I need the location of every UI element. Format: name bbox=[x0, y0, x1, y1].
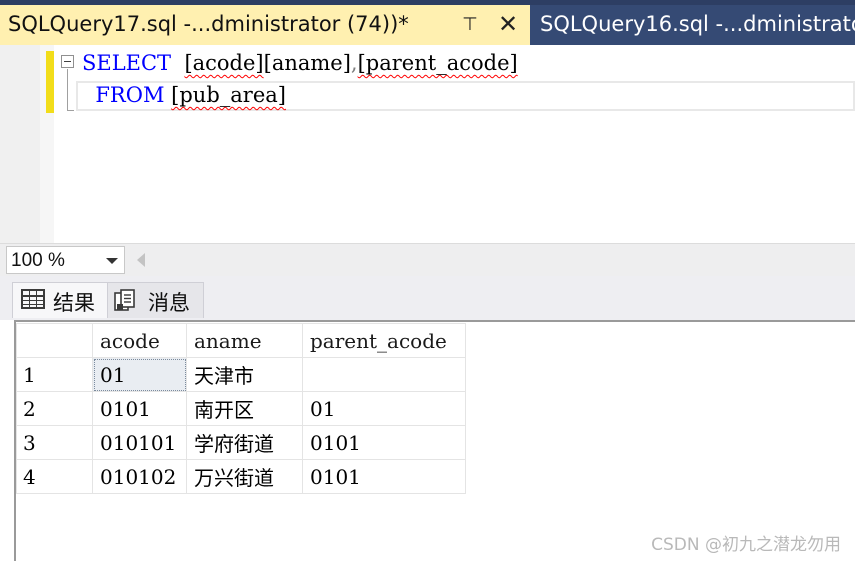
tab-results[interactable]: 结果 bbox=[12, 282, 108, 318]
chevron-down-icon[interactable] bbox=[106, 258, 118, 264]
tab-title: SQLQuery16.sql -...dministrator bbox=[540, 12, 855, 36]
cell-acode[interactable]: 01 bbox=[92, 357, 187, 392]
column-header-parent-acode[interactable]: parent_acode bbox=[302, 323, 466, 358]
grid-icon bbox=[21, 289, 45, 309]
column-aname: [aname] bbox=[263, 51, 351, 75]
cell-parent-acode[interactable]: 0101 bbox=[302, 459, 466, 494]
ssms-window: SQLQuery17.sql -...dministrator (74))* ⊤… bbox=[0, 0, 855, 561]
row-number[interactable]: 2 bbox=[16, 391, 93, 426]
table-row[interactable]: 4 010102 万兴街道 0101 bbox=[16, 459, 466, 494]
cell-aname[interactable]: 万兴街道 bbox=[186, 459, 303, 494]
keyword-select: SELECT bbox=[82, 51, 172, 75]
cell-acode[interactable]: 010101 bbox=[92, 425, 187, 460]
query-editor[interactable]: SELECT [acode][aname],[parent_acode] FRO… bbox=[0, 45, 855, 243]
fold-guide-end bbox=[67, 110, 74, 111]
zoom-select[interactable]: 100 % bbox=[6, 246, 125, 274]
line-gutter bbox=[0, 45, 40, 243]
keyword-from: FROM bbox=[95, 83, 165, 107]
tab-sqlquery17[interactable]: SQLQuery17.sql -...dministrator (74))* ⊤… bbox=[0, 5, 530, 45]
tab-messages-label: 消息 bbox=[148, 291, 190, 315]
results-grid[interactable]: acode aname parent_acode 1 01 天津市 2 0101… bbox=[0, 320, 855, 561]
row-number-header[interactable] bbox=[16, 323, 93, 358]
cell-aname[interactable]: 天津市 bbox=[186, 357, 303, 392]
table-row[interactable]: 3 010101 学府街道 0101 bbox=[16, 425, 466, 460]
header-row: acode aname parent_acode bbox=[16, 323, 466, 358]
fold-guide bbox=[67, 69, 68, 111]
cell-acode[interactable]: 0101 bbox=[92, 391, 187, 426]
column-header-aname[interactable]: aname bbox=[186, 323, 303, 358]
row-number[interactable]: 1 bbox=[16, 357, 93, 392]
tab-sqlquery16[interactable]: SQLQuery16.sql -...dministrator bbox=[530, 5, 855, 45]
close-icon[interactable]: ✕ bbox=[496, 12, 520, 37]
cell-acode[interactable]: 010102 bbox=[92, 459, 187, 494]
tab-messages[interactable]: 消息 bbox=[108, 282, 204, 318]
editor-status-bar: 100 % bbox=[0, 243, 855, 276]
cell-parent-acode[interactable]: 0101 bbox=[302, 425, 466, 460]
cell-parent-acode[interactable] bbox=[302, 357, 466, 392]
tab-title: SQLQuery17.sql -...dministrator (74))* bbox=[8, 12, 409, 36]
cell-aname[interactable]: 学府街道 bbox=[186, 425, 303, 460]
code-line-from[interactable]: FROM [pub_area] bbox=[82, 83, 286, 107]
result-tab-bar: 结果 消息 bbox=[0, 276, 855, 320]
column-header-acode[interactable]: acode bbox=[92, 323, 187, 358]
zoom-value: 100 % bbox=[11, 250, 65, 271]
table-pub-area: [pub_area] bbox=[171, 83, 286, 107]
table-row[interactable]: 1 01 天津市 bbox=[16, 357, 466, 392]
pin-icon[interactable]: ⊤ bbox=[458, 13, 482, 37]
tab-results-label: 结果 bbox=[53, 291, 95, 315]
cell-aname[interactable]: 南开区 bbox=[186, 391, 303, 426]
column-parent-acode: [parent_acode] bbox=[357, 51, 518, 75]
table-row[interactable]: 2 0101 南开区 01 bbox=[16, 391, 466, 426]
results-table[interactable]: acode aname parent_acode 1 01 天津市 2 0101… bbox=[16, 323, 466, 494]
grid-border bbox=[14, 320, 855, 322]
scroll-left-icon[interactable] bbox=[137, 253, 145, 267]
document-tab-bar: SQLQuery17.sql -...dministrator (74))* ⊤… bbox=[0, 0, 855, 45]
message-icon bbox=[114, 289, 135, 311]
watermark: CSDN @初九之潜龙勿用 bbox=[651, 535, 841, 555]
row-number[interactable]: 4 bbox=[16, 459, 93, 494]
collapse-icon[interactable] bbox=[61, 55, 74, 68]
code-line-select[interactable]: SELECT [acode][aname],[parent_acode] bbox=[82, 51, 518, 75]
column-acode: [acode] bbox=[184, 51, 264, 75]
row-number[interactable]: 3 bbox=[16, 425, 93, 460]
cell-parent-acode[interactable]: 01 bbox=[302, 391, 466, 426]
comma: , bbox=[350, 51, 358, 75]
modified-lines-marker bbox=[46, 51, 54, 113]
